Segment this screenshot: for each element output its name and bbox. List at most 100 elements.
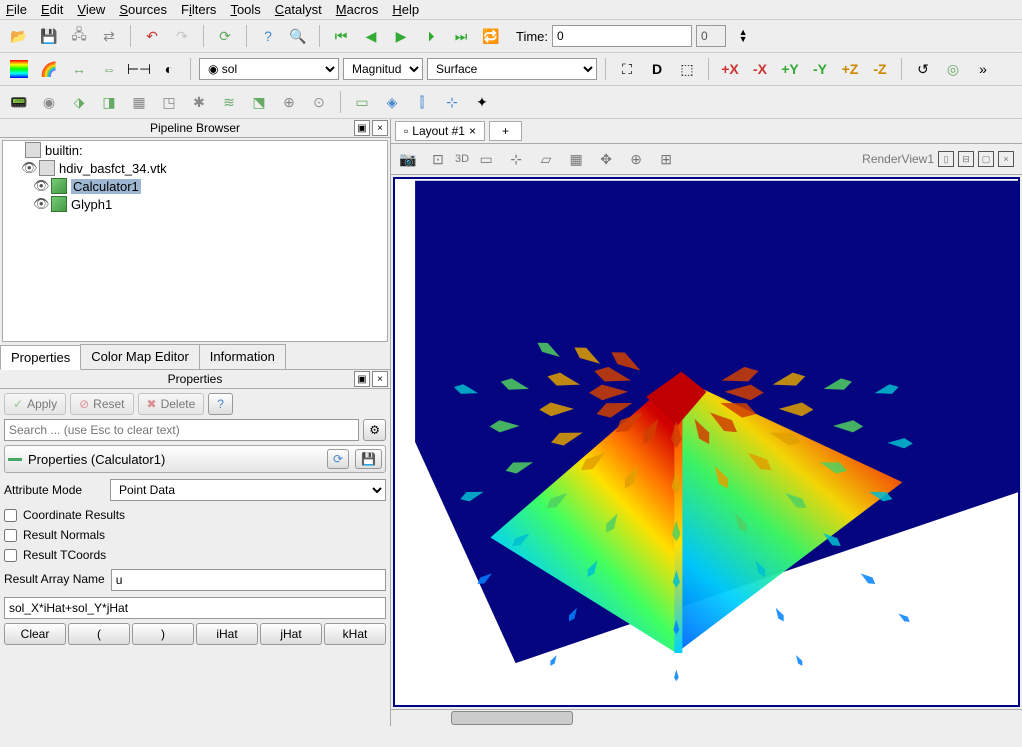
plus-y-icon[interactable]: +Y bbox=[777, 56, 803, 82]
prev-frame-icon[interactable]: ◀ bbox=[358, 23, 384, 49]
menu-edit[interactable]: Edit bbox=[41, 2, 63, 17]
edit-colormap-icon[interactable]: 🌈 bbox=[36, 56, 62, 82]
frame-spinner-icon[interactable]: ▲▼ bbox=[730, 23, 756, 49]
reset-button[interactable]: ⊘Reset bbox=[70, 393, 133, 415]
calculator-icon[interactable]: 📟 bbox=[6, 89, 32, 115]
rescale-temporal-icon[interactable]: ⊢⊣ bbox=[126, 56, 152, 82]
group-icon[interactable]: ⊕ bbox=[276, 89, 302, 115]
coord-results-checkbox[interactable] bbox=[4, 509, 17, 522]
tab-colormap[interactable]: Color Map Editor bbox=[80, 344, 200, 369]
horizontal-scrollbar[interactable] bbox=[391, 709, 1022, 726]
close-panel-icon[interactable]: × bbox=[372, 120, 388, 136]
next-frame-icon[interactable]: ⏵ bbox=[418, 23, 444, 49]
help-icon[interactable]: ? bbox=[255, 23, 281, 49]
calc-button[interactable]: iHat bbox=[196, 623, 258, 645]
select-points-icon[interactable]: ⊹ bbox=[503, 146, 529, 172]
calc-button[interactable]: Clear bbox=[4, 623, 66, 645]
section-header[interactable]: Properties (Calculator1) ⟳ 💾 bbox=[4, 445, 386, 473]
rescale-custom-icon[interactable]: ⇔ bbox=[96, 56, 122, 82]
disconnect-icon[interactable]: ⇄ bbox=[96, 23, 122, 49]
layout-tab[interactable]: ▫ Layout #1 × bbox=[395, 121, 485, 141]
menu-filters[interactable]: Filters bbox=[181, 2, 216, 17]
tab-properties[interactable]: Properties bbox=[0, 345, 81, 370]
split-h-icon[interactable]: ▯ bbox=[938, 151, 954, 167]
tab-information[interactable]: Information bbox=[199, 344, 286, 369]
clip-icon[interactable]: ⬗ bbox=[66, 89, 92, 115]
hover-cell-icon[interactable]: ⊞ bbox=[653, 146, 679, 172]
open-icon[interactable]: 📂 bbox=[6, 23, 32, 49]
color-array-select[interactable]: ◉ sol bbox=[199, 58, 339, 80]
detach-icon[interactable]: ▣ bbox=[354, 371, 370, 387]
close-panel-icon[interactable]: × bbox=[372, 371, 388, 387]
first-frame-icon[interactable]: ⏮ bbox=[328, 23, 354, 49]
component-select[interactable]: Magnitude bbox=[343, 58, 423, 80]
time-input[interactable] bbox=[552, 25, 692, 47]
select-frustum-icon[interactable]: ▱ bbox=[533, 146, 559, 172]
extract-level-icon[interactable]: ⊙ bbox=[306, 89, 332, 115]
minus-z-icon[interactable]: -Z bbox=[867, 56, 893, 82]
capture-icon[interactable]: 📷 bbox=[395, 146, 421, 172]
reset-camera-icon[interactable]: ⛶ bbox=[614, 56, 640, 82]
stream-icon[interactable]: ≋ bbox=[216, 89, 242, 115]
last-frame-icon[interactable]: ⏭ bbox=[448, 23, 474, 49]
extract-icon[interactable]: ◳ bbox=[156, 89, 182, 115]
menu-help[interactable]: Help bbox=[392, 2, 419, 17]
calc-button[interactable]: ( bbox=[68, 623, 130, 645]
menu-macros[interactable]: Macros bbox=[336, 2, 379, 17]
probe-icon[interactable]: ⊹ bbox=[439, 89, 465, 115]
pipeline-tree[interactable]: builtin: 👁hdiv_basfct_34.vtk👁Calculator1… bbox=[2, 140, 388, 342]
render-mode-3d[interactable]: 3D bbox=[455, 153, 469, 165]
close-view-icon[interactable]: × bbox=[998, 151, 1014, 167]
contour-icon[interactable]: ◉ bbox=[36, 89, 62, 115]
settings-view-icon[interactable]: ◎ bbox=[940, 56, 966, 82]
copy-button-icon[interactable]: ⟳ bbox=[327, 449, 349, 469]
attr-mode-select[interactable]: Point Data bbox=[110, 479, 386, 501]
advanced-toggle-icon[interactable]: ⚙ bbox=[363, 419, 386, 441]
calc-button[interactable]: ) bbox=[132, 623, 194, 645]
threshold-icon[interactable]: ▦ bbox=[126, 89, 152, 115]
tree-item[interactable]: 👁hdiv_basfct_34.vtk bbox=[3, 159, 387, 177]
rotate-view-icon[interactable]: ↺ bbox=[910, 56, 936, 82]
scrollbar-thumb[interactable] bbox=[451, 711, 573, 725]
slice-icon[interactable]: ◨ bbox=[96, 89, 122, 115]
expression-input[interactable] bbox=[4, 597, 386, 619]
hover-icon[interactable]: ✦ bbox=[469, 89, 495, 115]
result-array-input[interactable] bbox=[111, 569, 386, 591]
result-normals-checkbox[interactable] bbox=[4, 529, 17, 542]
select-block-icon[interactable]: ▦ bbox=[563, 146, 589, 172]
plot-selection-icon[interactable]: ▭ bbox=[349, 89, 375, 115]
menu-view[interactable]: View bbox=[77, 2, 105, 17]
find-data-icon[interactable]: 🔍 bbox=[285, 23, 311, 49]
plot-overtime-icon[interactable]: ◈ bbox=[379, 89, 405, 115]
undo-icon[interactable]: ↶ bbox=[139, 23, 165, 49]
redo-icon[interactable]: ↷ bbox=[169, 23, 195, 49]
calc-button[interactable]: jHat bbox=[260, 623, 322, 645]
delete-button[interactable]: ✖Delete bbox=[138, 393, 205, 415]
plus-x-icon[interactable]: +X bbox=[717, 56, 743, 82]
representation-select[interactable]: Surface bbox=[427, 58, 597, 80]
overflow-icon[interactable]: » bbox=[970, 56, 996, 82]
visibility-icon[interactable]: 👁 bbox=[33, 178, 47, 194]
apply-button[interactable]: ✓Apply bbox=[4, 393, 66, 415]
reload-icon[interactable]: ⟳ bbox=[212, 23, 238, 49]
adjust-icon[interactable]: ⊡ bbox=[425, 146, 451, 172]
plus-z-icon[interactable]: +Z bbox=[837, 56, 863, 82]
result-tcoords-checkbox[interactable] bbox=[4, 549, 17, 562]
play-icon[interactable]: ▶ bbox=[388, 23, 414, 49]
detach-icon[interactable]: ▣ bbox=[354, 120, 370, 136]
maximize-icon[interactable]: ▢ bbox=[978, 151, 994, 167]
frame-input[interactable] bbox=[696, 25, 726, 47]
tree-root[interactable]: builtin: bbox=[3, 141, 387, 159]
menu-sources[interactable]: Sources bbox=[119, 2, 167, 17]
render-viewport[interactable] bbox=[393, 177, 1020, 707]
hover-point-icon[interactable]: ⊕ bbox=[623, 146, 649, 172]
menu-file[interactable]: File bbox=[6, 2, 27, 17]
visibility-icon[interactable]: 👁 bbox=[33, 196, 47, 212]
visibility-icon[interactable]: 👁 bbox=[21, 160, 35, 176]
minus-x-icon[interactable]: -X bbox=[747, 56, 773, 82]
histogram-filter-icon[interactable]: ⫿ bbox=[409, 89, 435, 115]
add-layout-button[interactable]: + bbox=[489, 121, 522, 141]
rescale-range-icon[interactable]: ↔ bbox=[66, 56, 92, 82]
loop-icon[interactable]: 🔁 bbox=[478, 23, 504, 49]
select-surface-icon[interactable]: ▭ bbox=[473, 146, 499, 172]
